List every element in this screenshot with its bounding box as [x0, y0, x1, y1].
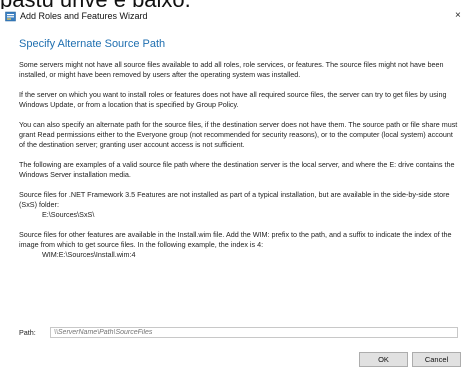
- window-title: Add Roles and Features Wizard: [20, 11, 148, 21]
- dialog-content: Specify Alternate Source Path Some serve…: [19, 26, 459, 270]
- cancel-button[interactable]: Cancel: [412, 352, 461, 367]
- example-sxs-path: E:\Sources\SxS\: [42, 210, 95, 219]
- close-icon[interactable]: ×: [455, 10, 461, 21]
- paragraph-1: Some servers might not have all source f…: [19, 60, 444, 79]
- path-input[interactable]: [50, 327, 458, 338]
- example-sxs-text: Source files for .NET Framework 3.5 Feat…: [19, 190, 450, 209]
- example-wim-path: WIM:E:\Sources\Install.wim:4: [42, 250, 136, 259]
- example-wim: Source files for other features are avai…: [19, 230, 459, 260]
- paragraph-4: The following are examples of a valid so…: [19, 160, 455, 179]
- path-row: Path:: [19, 327, 459, 339]
- path-label: Path:: [19, 328, 36, 337]
- title-bar: Add Roles and Features Wizard ×: [0, 9, 467, 27]
- example-sxs: Source files for .NET Framework 3.5 Feat…: [19, 190, 459, 220]
- ok-button[interactable]: OK: [359, 352, 408, 367]
- paragraph-3: You can also specify an alternate path f…: [19, 120, 458, 149]
- server-manager-icon: [5, 11, 16, 22]
- paragraph-2: If the server on which you want to insta…: [19, 90, 447, 109]
- page-heading: Specify Alternate Source Path: [19, 38, 166, 50]
- example-wim-text: Source files for other features are avai…: [19, 230, 452, 249]
